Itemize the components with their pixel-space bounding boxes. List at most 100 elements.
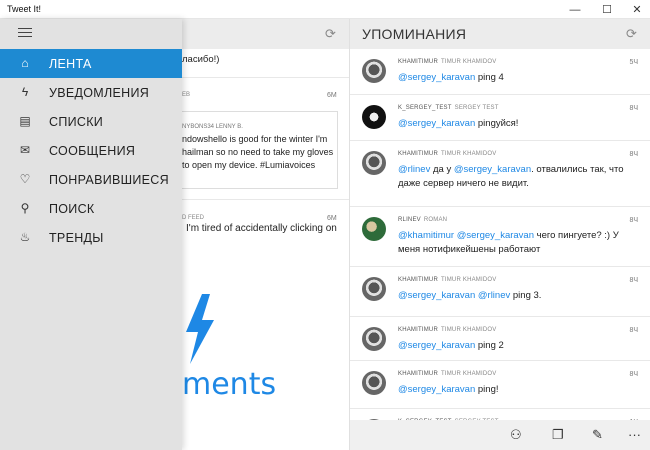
author-line: K_SERGEY_TESTSERGEY TEST xyxy=(398,105,499,111)
list-icon: ▤ xyxy=(19,114,31,128)
nav-item-label: СООБЩЕНИЯ xyxy=(49,144,136,158)
text-fragment: ping 3. xyxy=(510,290,542,301)
text-fragment: ping 4 xyxy=(475,72,504,83)
maximize-button[interactable]: ☐ xyxy=(592,0,622,19)
mention-item[interactable]: K_SERGEY_TESTSERGEY TEST1Ч xyxy=(350,409,650,420)
nav-item[interactable]: ▤ СПИСКИ xyxy=(0,107,182,136)
nav-item[interactable]: ♨ ТРЕНДЫ xyxy=(0,223,182,252)
more-icon[interactable]: ··· xyxy=(628,427,641,442)
mention-text: @sergey_karavan @rlinev ping 3. xyxy=(398,289,638,303)
author-line: KHAMITIMUR TIMUR KHAMIDOV xyxy=(398,277,496,283)
user-mention-link[interactable]: @sergey_karavan xyxy=(398,118,475,129)
text-fragment: pingуйся! xyxy=(475,118,519,129)
mention-text: @sergey_karavan ping 4 xyxy=(398,71,638,85)
author-display-name: TIMUR KHAMIDOV xyxy=(441,59,497,65)
avatar[interactable] xyxy=(362,217,386,241)
nav-item-label: УВЕДОМЛЕНИЯ xyxy=(49,86,150,100)
search-icon: ⚲ xyxy=(20,201,30,215)
tweet-source: EB xyxy=(182,92,191,98)
nav-item-label: ПОИСК xyxy=(49,202,95,216)
user-mention-link[interactable]: @sergey_karavan xyxy=(398,340,475,351)
avatar[interactable] xyxy=(362,105,386,129)
compose-icon[interactable]: ✎ xyxy=(592,427,603,443)
author-name: KHAMITIMUR xyxy=(398,59,438,65)
author-line: KHAMITIMUR TIMUR KHAMIDOV xyxy=(398,371,496,377)
author-name: KHAMITIMUR xyxy=(398,277,438,283)
mention-item[interactable]: RLINEV ROMAN 8Ч @khamitimur @sergey_karavan… xyxy=(350,207,650,267)
nav-item-label: ТРЕНДЫ xyxy=(49,231,104,245)
timestamp: 8Ч xyxy=(629,327,638,334)
author-name: KHAMITIMUR xyxy=(398,327,438,333)
mention-item[interactable]: KHAMITIMUR TIMUR KHAMIDOV 8Ч @sergey_karava… xyxy=(350,361,650,409)
timestamp: 8Ч xyxy=(629,371,638,378)
author-name: KHAMITIMUR xyxy=(398,151,438,157)
author-display-name: SERGEY TEST xyxy=(454,105,499,111)
heart-icon: ♡ xyxy=(19,172,31,186)
mentions-header: УПОМИНАНИЯ ⟳ xyxy=(350,19,650,49)
nav-item[interactable]: ϟ УВЕДОМЛЕНИЯ xyxy=(0,78,182,107)
text-fragment: да у xyxy=(430,164,454,175)
hamburger-menu-icon[interactable] xyxy=(18,28,32,40)
avatar[interactable] xyxy=(362,277,386,301)
bottom-app-bar: ⚇ ❐ ✎ ··· xyxy=(350,420,650,450)
user-mention-link[interactable]: @khamitimur xyxy=(398,230,454,241)
nav-item[interactable]: ♡ ПОНРАВИВШИЕСЯ xyxy=(0,165,182,194)
mention-item[interactable]: KHAMITIMUR TIMUR KHAMIDOV 8Ч @sergey_karava… xyxy=(350,317,650,361)
timestamp: 5Ч xyxy=(629,59,638,66)
mention-text: @khamitimur @sergey_karavan чего пингует… xyxy=(398,229,638,257)
navigation-pane: ⌂ ЛЕНТА ϟ УВЕДОМЛЕНИЯ ▤ СПИСКИ ✉ СООБЩЕНИЯ ♡ ПОНР… xyxy=(0,19,182,450)
text-fragment: ping! xyxy=(475,384,499,395)
mention-item[interactable]: KHAMITIMUR TIMUR KHAMIDOV 5Ч @sergey_karava… xyxy=(350,49,650,95)
lightning-image xyxy=(186,294,214,364)
user-mention-link[interactable]: @rlinev xyxy=(398,164,430,175)
author-line: KHAMITIMUR TIMUR KHAMIDOV xyxy=(398,59,496,65)
author-display-name: TIMUR KHAMIDOV xyxy=(441,371,497,377)
author-line: KHAMITIMUR TIMUR KHAMIDOV xyxy=(398,151,496,157)
nav-item[interactable]: ⌂ ЛЕНТА xyxy=(0,49,182,78)
user-mention-link[interactable]: @sergey_karavan xyxy=(457,230,534,241)
author-line: RLINEV ROMAN xyxy=(398,217,447,223)
mention-item[interactable]: KHAMITIMUR TIMUR KHAMIDOV 8Ч @sergey_karava… xyxy=(350,267,650,317)
flame-icon: ♨ xyxy=(19,230,31,244)
user-mention-link[interactable]: @sergey_karavan xyxy=(398,384,475,395)
avatar[interactable] xyxy=(362,327,386,351)
quoted-line: to open my device. #Lumiavoices xyxy=(182,160,316,170)
author-name: KHAMITIMUR xyxy=(398,371,438,377)
mention-text: @sergey_karavan ping! xyxy=(398,383,638,397)
lightning-icon: ϟ xyxy=(21,85,29,99)
author-display-name: ROMAN xyxy=(423,217,448,223)
author-line: KHAMITIMUR TIMUR KHAMIDOV xyxy=(398,327,496,333)
author-name: RLINEV xyxy=(398,217,421,223)
nav-item[interactable]: ⚲ ПОИСК xyxy=(0,194,182,223)
profile-icon[interactable]: ⚇ xyxy=(510,427,522,443)
window-title: Tweet It! xyxy=(7,4,42,14)
mention-text: @sergey_karavan ping 2 xyxy=(398,339,638,353)
user-mention-link[interactable]: @sergey_karavan xyxy=(454,164,531,175)
avatar[interactable] xyxy=(362,151,386,175)
mention-text: @rlinev да у @sergey_karavan. отвалились… xyxy=(398,163,638,191)
close-button[interactable]: ✕ xyxy=(622,0,650,19)
author-display-name: TIMUR KHAMIDOV xyxy=(441,151,497,157)
mentions-title: УПОМИНАНИЯ xyxy=(362,26,467,42)
author-display-name: TIMUR KHAMIDOV xyxy=(441,277,497,283)
nav-item[interactable]: ✉ СООБЩЕНИЯ xyxy=(0,136,182,165)
avatar[interactable] xyxy=(362,371,386,395)
refresh-icon[interactable]: ⟳ xyxy=(626,26,637,42)
timestamp: 8Ч xyxy=(629,151,638,158)
tweet-time: 6M xyxy=(327,92,337,99)
avatar[interactable] xyxy=(362,59,386,83)
image-text: ments xyxy=(182,367,277,402)
mention-item[interactable]: K_SERGEY_TEST SERGEY TEST 8Ч @sergey_karava… xyxy=(350,95,650,141)
mentions-list[interactable]: KHAMITIMUR TIMUR KHAMIDOV 5Ч @sergey_karava… xyxy=(350,49,650,420)
tweet-text: I'm tired of accidentally clicking on xyxy=(186,223,337,234)
author-name: K_SERGEY_TEST xyxy=(398,105,452,111)
user-mention-link[interactable]: @sergey_karavan xyxy=(398,72,475,83)
minimize-button[interactable]: — xyxy=(560,0,590,19)
copy-icon[interactable]: ❐ xyxy=(552,427,564,443)
user-mention-link[interactable]: @sergey_karavan xyxy=(398,290,475,301)
timestamp: 8Ч xyxy=(629,105,638,112)
refresh-icon[interactable]: ⟳ xyxy=(325,26,336,42)
nav-item-label: ЛЕНТА xyxy=(49,57,92,71)
mention-item[interactable]: KHAMITIMUR TIMUR KHAMIDOV 8Ч @rlinev да у @… xyxy=(350,141,650,207)
user-mention-link[interactable]: @rlinev xyxy=(478,290,510,301)
